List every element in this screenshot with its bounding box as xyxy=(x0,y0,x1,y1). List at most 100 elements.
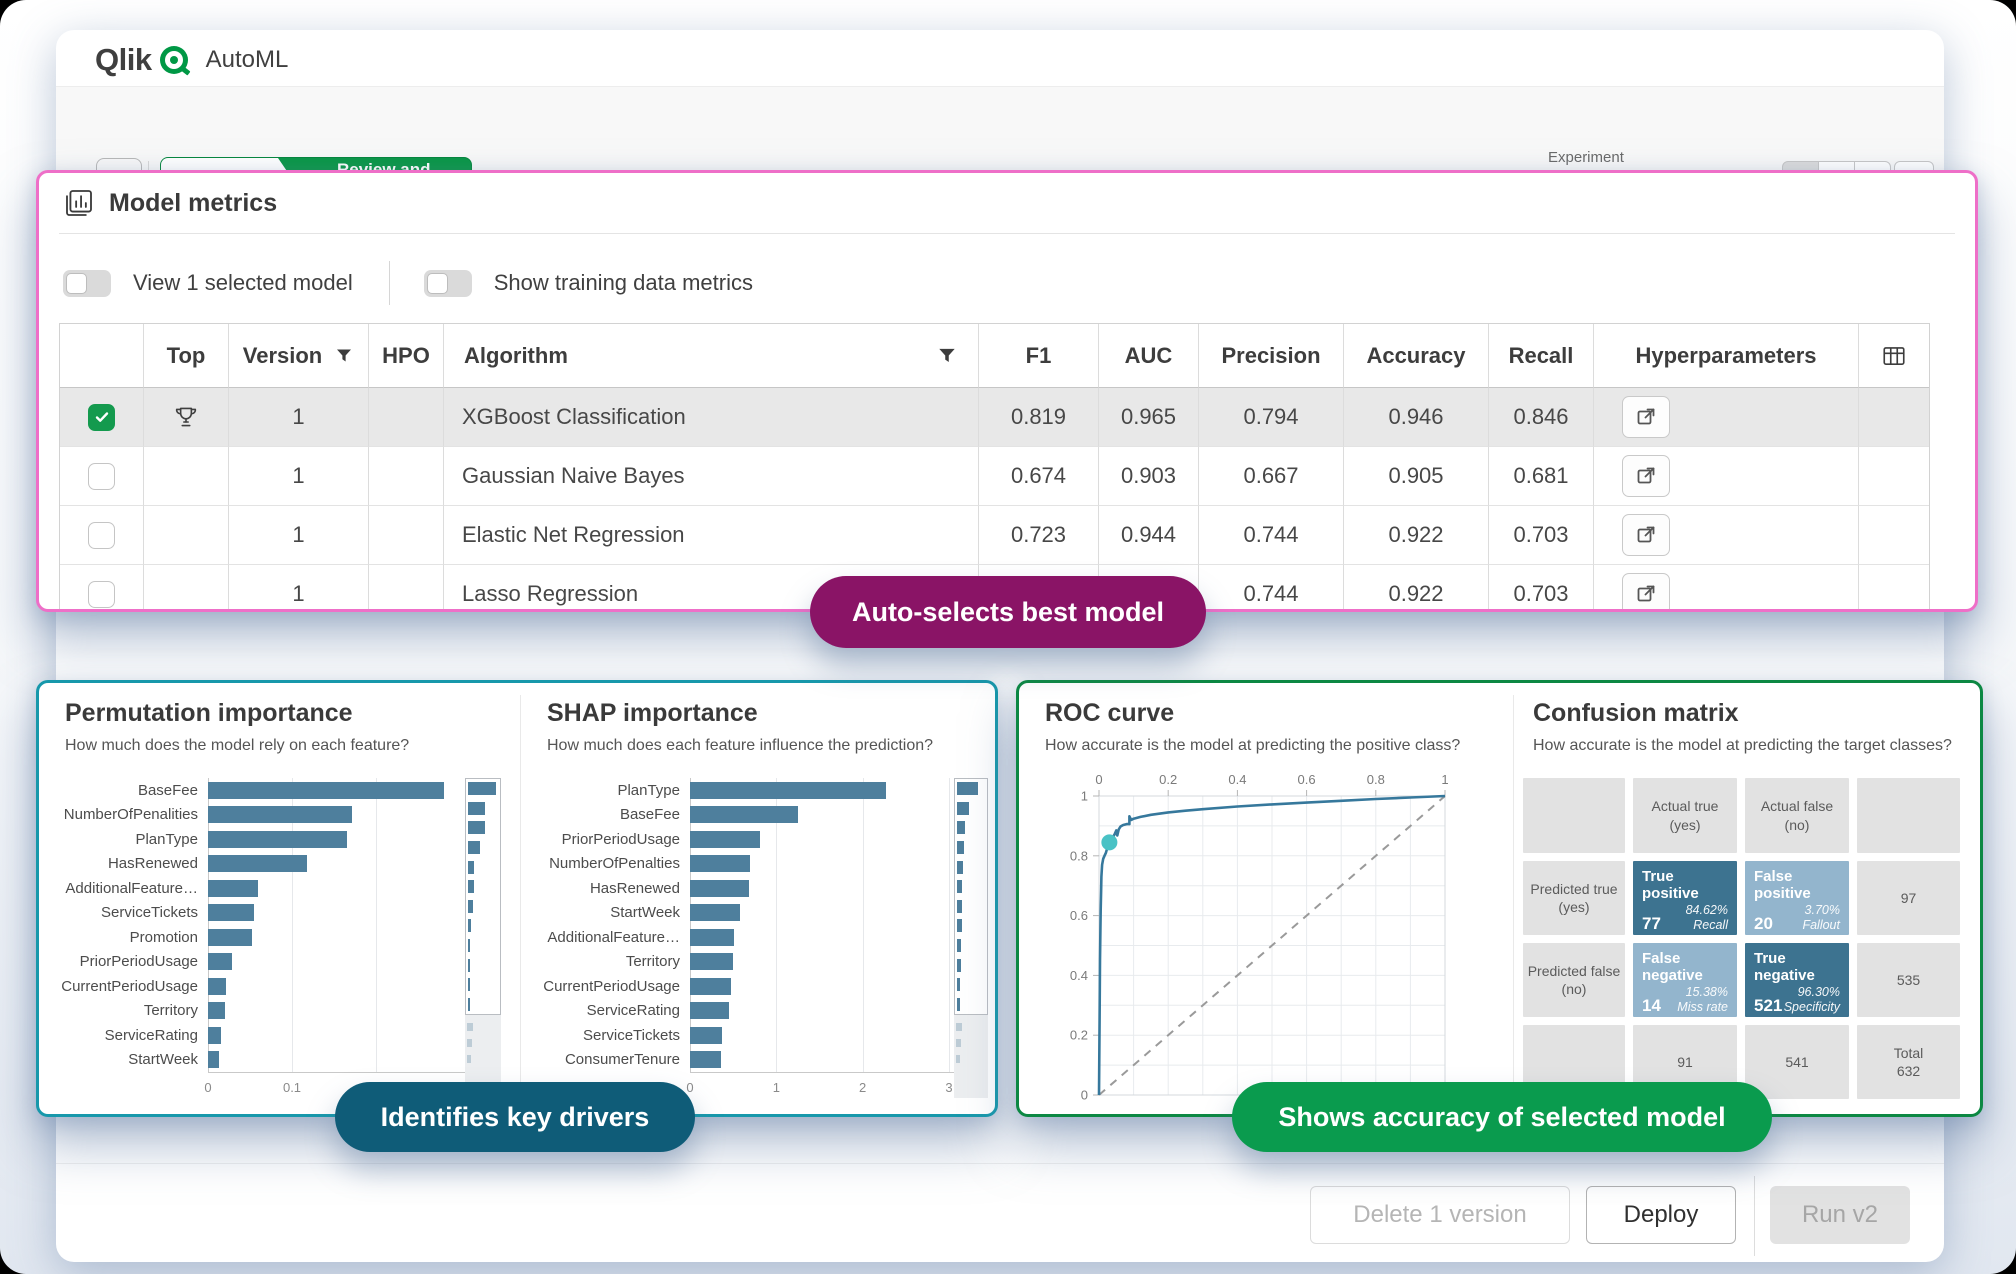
hyperparameters-cell xyxy=(1594,565,1859,609)
run-v2-button[interactable]: Run v2 xyxy=(1770,1186,1910,1244)
category-label: ConsumerTenure xyxy=(528,1051,690,1068)
category-label: AdditionalFeature… xyxy=(528,929,690,946)
auc-column-header: AUC xyxy=(1099,324,1199,388)
false-positive-cell: False positive203.70%Fallout xyxy=(1745,861,1849,935)
category-label: PriorPeriodUsage xyxy=(528,831,690,848)
minimap-bar xyxy=(468,939,470,952)
minimap-bar xyxy=(957,880,962,893)
filter-funnel-icon[interactable] xyxy=(334,346,354,366)
bar-row: Promotion xyxy=(46,925,520,950)
open-external-icon xyxy=(1634,464,1658,488)
category-label: PlanType xyxy=(528,782,690,799)
axis-baseline xyxy=(690,1072,988,1073)
table-row[interactable]: 1XGBoost Classification0.8190.9650.7940.… xyxy=(60,388,1929,447)
open-hyperparameters-button[interactable] xyxy=(1622,396,1670,438)
bar xyxy=(208,855,307,872)
quadrant-metric: 3.70%Fallout xyxy=(1802,903,1840,934)
minimap-bar xyxy=(468,900,473,913)
minimap[interactable] xyxy=(954,778,988,1015)
category-label: CurrentPeriodUsage xyxy=(528,978,690,995)
qlik-logo-text: Qlik xyxy=(95,42,152,78)
quadrant-label: True positive xyxy=(1642,868,1712,903)
filter-funnel-icon[interactable] xyxy=(936,345,958,367)
permutation-plot: BaseFeeNumberOfPenalitiesPlanTypeHasRene… xyxy=(46,778,520,1106)
minimap-hidden-area[interactable] xyxy=(954,1015,988,1098)
svg-text:0.8: 0.8 xyxy=(1367,772,1385,787)
category-label: ServiceTickets xyxy=(46,904,208,921)
minimap-bar xyxy=(957,998,960,1011)
row-checkbox[interactable] xyxy=(88,522,115,549)
predicted-true-total: 97 xyxy=(1857,861,1960,935)
top-cell xyxy=(144,447,229,506)
top-cell xyxy=(144,565,229,609)
accuracy-cell: 0.946 xyxy=(1344,388,1489,447)
predicted-false-header: Predicted false(no) xyxy=(1523,943,1625,1017)
table-row[interactable]: 1Elastic Net Regression0.7230.9440.7440.… xyxy=(60,506,1929,565)
minimap-bar xyxy=(468,919,471,932)
accuracy-cell: 0.905 xyxy=(1344,447,1489,506)
model-accuracy-panel: ROC curve How accurate is the model at p… xyxy=(1016,680,1983,1117)
open-hyperparameters-button[interactable] xyxy=(1622,514,1670,556)
category-label: ServiceRating xyxy=(528,1002,690,1019)
category-label: NumberOfPenalties xyxy=(528,855,690,872)
tick-label: 0 xyxy=(686,1080,693,1095)
panel-divider xyxy=(59,233,1955,234)
hyperparameters-cell xyxy=(1594,388,1859,447)
axis-baseline xyxy=(208,1072,501,1073)
bar-row: NumberOfPenalities xyxy=(46,803,520,828)
auc-cell: 0.965 xyxy=(1099,388,1199,447)
true-positive-cell: True positive7784.62%Recall xyxy=(1633,861,1737,935)
bar xyxy=(690,1002,729,1019)
check-icon xyxy=(93,408,111,426)
category-label: StartWeek xyxy=(528,904,690,921)
bar xyxy=(208,904,254,921)
bar-row: AdditionalFeature… xyxy=(46,876,520,901)
open-hyperparameters-button[interactable] xyxy=(1622,455,1670,497)
table-grid-icon[interactable] xyxy=(1881,343,1907,369)
minimap-bar xyxy=(957,939,961,952)
svg-text:0.8: 0.8 xyxy=(1070,848,1088,863)
row-checkbox[interactable] xyxy=(88,404,115,431)
row-checkbox[interactable] xyxy=(88,581,115,608)
open-hyperparameters-button[interactable] xyxy=(1622,573,1670,609)
select-column-header xyxy=(60,324,144,388)
confusion-matrix-title: Confusion matrix xyxy=(1533,699,1739,728)
minimap-bar xyxy=(957,959,961,972)
minimap-bar xyxy=(956,1055,960,1063)
show-training-metrics-toggle[interactable] xyxy=(424,270,472,297)
f1-cell: 0.819 xyxy=(979,388,1099,447)
row-checkbox[interactable] xyxy=(88,463,115,490)
svg-text:1: 1 xyxy=(1441,772,1448,787)
cm-corner-cell xyxy=(1523,778,1625,853)
category-label: AdditionalFeature… xyxy=(46,880,208,897)
minimap-bar xyxy=(468,861,474,874)
minimap-bar xyxy=(468,821,485,834)
minimap[interactable] xyxy=(465,778,501,1015)
delete-version-button[interactable]: Delete 1 version xyxy=(1310,1186,1570,1244)
algorithm-column-header: Algorithm xyxy=(444,324,979,388)
f1-cell: 0.674 xyxy=(979,447,1099,506)
bar-row: Territory xyxy=(528,950,998,975)
category-label: PlanType xyxy=(46,831,208,848)
top-cell xyxy=(144,388,229,447)
toggle-divider xyxy=(389,261,390,305)
bar xyxy=(208,953,232,970)
row-select-cell xyxy=(60,506,144,565)
version-cell: 1 xyxy=(229,565,369,609)
bar-row: Territory xyxy=(46,999,520,1024)
view-selected-model-toggle[interactable] xyxy=(63,270,111,297)
row-select-cell xyxy=(60,447,144,506)
accuracy-cell: 0.922 xyxy=(1344,506,1489,565)
model-metrics-icon xyxy=(63,187,95,219)
deploy-button[interactable]: Deploy xyxy=(1586,1186,1736,1244)
quadrant-metric: 84.62%Recall xyxy=(1686,903,1728,934)
open-external-icon xyxy=(1634,405,1658,429)
false-negative-cell: False negative1415.38%Miss rate xyxy=(1633,943,1737,1017)
hpo-cell xyxy=(369,388,444,447)
callout-accuracy-text: Shows accuracy of selected model xyxy=(1278,1102,1725,1133)
shap-importance-subtitle: How much does each feature influence the… xyxy=(547,737,933,755)
model-table: Top Version HPO Algorithm F1 AUC Precisi… xyxy=(59,323,1930,609)
callout-key-drivers-text: Identifies key drivers xyxy=(381,1102,650,1133)
table-row[interactable]: 1Gaussian Naive Bayes0.6740.9030.6670.90… xyxy=(60,447,1929,506)
bar-row: NumberOfPenalties xyxy=(528,852,998,877)
